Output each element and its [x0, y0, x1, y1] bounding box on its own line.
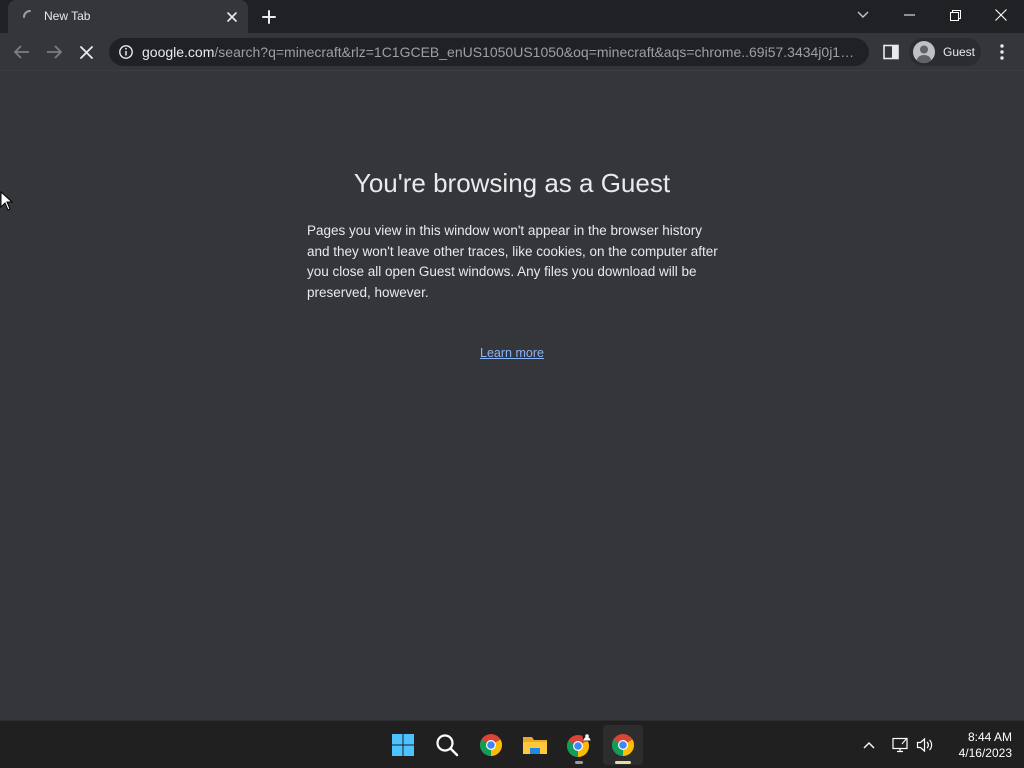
more-vertical-icon — [1000, 44, 1004, 60]
avatar-icon — [913, 41, 935, 63]
side-panel-icon[interactable] — [881, 42, 901, 62]
profile-button[interactable]: Guest — [909, 38, 981, 66]
volume-button[interactable] — [915, 735, 935, 755]
tab-title: New Tab — [44, 9, 91, 23]
browser-toolbar: google.com/search?q=minecraft&rlz=1C1GCE… — [0, 33, 1024, 71]
taskbar-chrome-guest-button[interactable] — [603, 725, 643, 765]
tab-new-tab[interactable]: New Tab — [8, 0, 248, 33]
chevron-down-icon — [857, 11, 869, 18]
taskbar: 8:44 AM 4/16/2023 — [0, 720, 1024, 768]
window-restore-button[interactable] — [932, 0, 978, 30]
page-title: You're browsing as a Guest — [353, 168, 671, 198]
minimize-icon — [903, 14, 915, 16]
active-indicator — [615, 761, 631, 764]
stop-loading-button[interactable] — [73, 39, 99, 65]
browser-menu-button[interactable] — [992, 41, 1012, 63]
url-text[interactable]: google.com/search?q=minecraft&rlz=1C1GCE… — [142, 44, 857, 60]
address-bar[interactable]: google.com/search?q=minecraft&rlz=1C1GCE… — [109, 38, 869, 66]
chrome-icon — [567, 732, 592, 757]
chevron-up-icon — [863, 742, 875, 749]
profile-label: Guest — [943, 45, 976, 59]
new-tab-button[interactable] — [257, 5, 281, 29]
window-close-button[interactable] — [978, 0, 1024, 30]
back-button[interactable] — [9, 39, 35, 65]
close-icon — [227, 12, 237, 22]
tab-search-button[interactable] — [850, 4, 876, 26]
info-icon[interactable] — [118, 44, 134, 60]
chrome-icon — [612, 734, 634, 756]
close-icon — [995, 9, 1007, 21]
tab-close-button[interactable] — [223, 8, 241, 26]
clock-date: 4/16/2023 — [958, 746, 1012, 760]
arrow-left-icon — [14, 45, 29, 59]
guest-description: Pages you view in this window won't appe… — [307, 223, 718, 300]
start-icon — [392, 734, 414, 756]
clock[interactable]: 8:44 AM 4/16/2023 — [944, 729, 1012, 761]
plus-icon — [262, 10, 276, 24]
arrow-right-icon — [47, 45, 62, 59]
network-button[interactable] — [890, 735, 910, 755]
running-indicator — [575, 761, 583, 764]
window-minimize-button[interactable] — [886, 0, 932, 30]
chrome-icon — [480, 734, 502, 756]
forward-button[interactable] — [41, 39, 67, 65]
show-hidden-icons-button[interactable] — [859, 735, 879, 755]
network-icon — [892, 737, 908, 753]
taskbar-chrome-profile-button[interactable] — [559, 725, 599, 765]
taskbar-search-button[interactable] — [427, 725, 467, 765]
url-domain: google.com — [142, 44, 215, 60]
learn-more-link[interactable]: Learn more — [0, 346, 1024, 360]
restore-icon — [949, 9, 961, 21]
clock-time: 8:44 AM — [967, 730, 1012, 744]
file-explorer-icon — [523, 737, 547, 754]
taskbar-chrome-button[interactable] — [471, 725, 511, 765]
tab-strip: New Tab — [0, 0, 1024, 33]
start-button[interactable] — [383, 725, 423, 765]
url-path: /search?q=minecraft&rlz=1C1GCEB_enUS1050… — [214, 44, 857, 60]
taskbar-file-explorer-button[interactable] — [515, 725, 555, 765]
speaker-icon — [916, 737, 933, 753]
close-icon — [79, 45, 93, 59]
page-content: You're browsing as a Guest Pages you vie… — [0, 71, 1024, 720]
loading-spinner-icon — [23, 10, 31, 18]
search-icon — [436, 734, 459, 757]
